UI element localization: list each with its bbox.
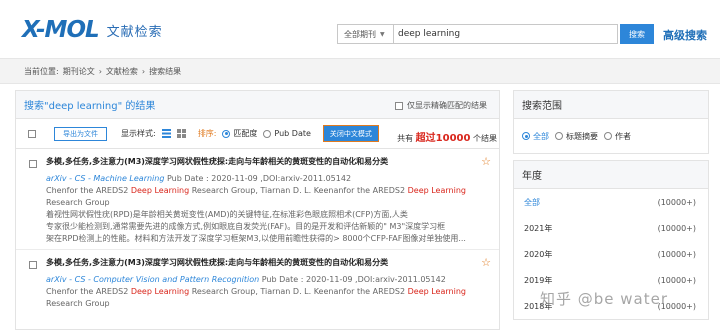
breadcrumb-item-papers[interactable]: 期刊论文 bbox=[63, 66, 95, 77]
results-header: 搜索"deep learning" 的结果 仅显示精确匹配的结果 bbox=[16, 91, 499, 119]
results-heading: 搜索"deep learning" 的结果 bbox=[24, 101, 156, 112]
chinese-mode-button[interactable]: 关闭中文模式 bbox=[322, 125, 379, 142]
result-title[interactable]: 多模,多任务,多注意力(M3)深度学习网状假性疣探:走向与年龄相关的黄斑变性的自… bbox=[46, 155, 489, 168]
result-pubinfo: Pub Date : 2020-11-09 ,DOI:arxiv-2011.05… bbox=[261, 275, 446, 284]
result-item: 多模,多任务,多注意力(M3)深度学习网状假性疣探:走向与年龄相关的黄斑变性的自… bbox=[16, 149, 499, 250]
breadcrumb-item-results: 搜索结果 bbox=[149, 66, 182, 76]
scope-filter-options: 全部 标题摘要 作者 bbox=[514, 119, 708, 153]
result-checkbox[interactable] bbox=[29, 261, 37, 269]
result-pubinfo: Pub Date : 2020-11-09 ,DOI:arxiv-2011.05… bbox=[166, 174, 352, 183]
results-panel: 搜索"deep learning" 的结果 仅显示精确匹配的结果 导出为文件 显… bbox=[15, 90, 500, 330]
scope-filter-box: 搜索范围 全部 标题摘要 作者 bbox=[513, 90, 709, 154]
display-style-label: 显示样式: bbox=[121, 129, 156, 138]
total-count: 超过10000 bbox=[415, 133, 471, 144]
total-results: 共有 超过10000 个结果 bbox=[397, 129, 497, 144]
scope-title-abstract-radio[interactable] bbox=[555, 132, 563, 140]
year-count: (10000+) bbox=[657, 249, 696, 259]
year-count: (10000+) bbox=[657, 197, 696, 207]
exact-match-option[interactable]: 仅显示精确匹配的结果 bbox=[395, 100, 487, 111]
result-title[interactable]: 多模,多任务,多注意力(M3)深度学习网状假性疣探:走向与年龄相关的黄斑变性的自… bbox=[46, 256, 489, 269]
result-source[interactable]: arXiv - CS - Computer Vision and Pattern… bbox=[46, 275, 259, 284]
author-text: Research Group bbox=[46, 299, 110, 308]
journal-scope-select[interactable]: 全部期刊 ▼ bbox=[337, 24, 393, 44]
watermark-text: 知乎 @be water bbox=[540, 290, 669, 308]
scope-all-radio[interactable] bbox=[522, 132, 530, 140]
logo-text: X-MOL bbox=[22, 17, 100, 43]
search-input[interactable] bbox=[393, 24, 618, 44]
year-filter-item[interactable]: 2021年 (10000+) bbox=[514, 215, 708, 241]
author-text: Research Group, Tiarnan D. L. Keenanfor … bbox=[189, 186, 408, 195]
result-meta: arXiv - CS - Machine Learning Pub Date :… bbox=[46, 173, 489, 185]
result-checkbox[interactable] bbox=[29, 160, 37, 168]
abstract-line: 架在RPD检测上的性能。材料和方法开发了深度学习框架M3,以使用前瞻性获得的> … bbox=[46, 234, 466, 243]
author-text: Chenfor the AREDS2 bbox=[46, 287, 131, 296]
export-button[interactable]: 导出为文件 bbox=[54, 126, 107, 141]
list-view-icon[interactable] bbox=[161, 129, 171, 138]
abstract-line: 着视性网状假性疣(RPD)是年龄相关黄斑变性(AMD)的关键特征,在标准彩色眼底… bbox=[46, 210, 408, 219]
result-authors: Chenfor the AREDS2 Deep Learning Researc… bbox=[46, 286, 489, 310]
scope-title-abstract-label[interactable]: 标题摘要 bbox=[566, 131, 598, 142]
year-count: (10000+) bbox=[657, 223, 696, 233]
chevron-down-icon: ▼ bbox=[380, 30, 385, 38]
scope-author-label[interactable]: 作者 bbox=[615, 131, 631, 142]
grid-view-icon[interactable] bbox=[176, 129, 186, 138]
breadcrumb-separator: › bbox=[141, 66, 146, 76]
year-label: 2019年 bbox=[524, 275, 553, 285]
site-header: X-MOL 文献检索 全部期刊 ▼ 搜索 高级搜索 bbox=[0, 0, 720, 58]
sort-pubdate-radio[interactable] bbox=[263, 129, 272, 138]
scope-all-label[interactable]: 全部 bbox=[533, 131, 549, 142]
journal-scope-value: 全部期刊 bbox=[344, 29, 376, 39]
author-text: Research Group bbox=[46, 198, 110, 207]
year-filter-heading: 年度 bbox=[514, 161, 708, 189]
sort-pubdate-label[interactable]: Pub Date bbox=[274, 129, 311, 138]
result-abstract: 着视性网状假性疣(RPD)是年龄相关黄斑变性(AMD)的关键特征,在标准彩色眼底… bbox=[46, 209, 489, 245]
result-source[interactable]: arXiv - CS - Machine Learning bbox=[46, 174, 164, 183]
sort-label: 排序: bbox=[197, 129, 217, 138]
breadcrumb-separator: › bbox=[98, 66, 102, 76]
search-button[interactable]: 搜索 bbox=[620, 24, 654, 44]
breadcrumb-item-search[interactable]: 文献检索 bbox=[106, 66, 138, 77]
select-all-checkbox[interactable] bbox=[28, 129, 36, 138]
scope-author-radio[interactable] bbox=[604, 132, 612, 140]
result-meta: arXiv - CS - Computer Vision and Pattern… bbox=[46, 274, 489, 286]
author-text: Research Group, Tiarnan D. L. Keenanfor … bbox=[189, 287, 408, 296]
breadcrumb: 当前位置: 期刊论文 › 文献检索 › 搜索结果 bbox=[0, 58, 720, 84]
result-authors: Chenfor the AREDS2 Deep Learning Researc… bbox=[46, 185, 489, 209]
advanced-search-link[interactable]: 高级搜索 bbox=[663, 27, 707, 43]
total-prefix: 共有 bbox=[397, 134, 414, 143]
author-text: Chenfor the AREDS2 bbox=[46, 186, 131, 195]
year-label: 2021年 bbox=[524, 223, 553, 233]
sort-relevance-radio[interactable] bbox=[222, 129, 231, 138]
exact-match-checkbox[interactable] bbox=[395, 101, 403, 110]
year-label: 2020年 bbox=[524, 249, 553, 259]
breadcrumb-label: 当前位置: bbox=[24, 66, 59, 76]
abstract-line: 专家很少能检测到,通常需要先进的成像方式,例如眼底自发荧光(FAF)。目的是开发… bbox=[46, 222, 446, 231]
author-highlight: Deep Learning bbox=[130, 287, 190, 296]
site-logo[interactable]: X-MOL 文献检索 bbox=[22, 16, 163, 44]
star-icon[interactable]: ☆ bbox=[481, 256, 491, 269]
total-suffix: 个结果 bbox=[473, 134, 497, 143]
scope-filter-heading: 搜索范围 bbox=[514, 91, 708, 119]
logo-subtitle: 文献检索 bbox=[106, 24, 163, 40]
author-highlight: Deep Learning bbox=[407, 186, 466, 195]
year-count: (10000+) bbox=[657, 275, 696, 285]
author-highlight: Deep Learning bbox=[130, 186, 190, 195]
year-filter-item[interactable]: 2020年 (10000+) bbox=[514, 241, 708, 267]
year-label: 全部 bbox=[524, 197, 540, 207]
year-filter-item[interactable]: 全部 (10000+) bbox=[514, 189, 708, 215]
author-highlight: Deep Learning bbox=[407, 287, 466, 296]
star-icon[interactable]: ☆ bbox=[481, 155, 491, 168]
sort-relevance-label[interactable]: 匹配度 bbox=[233, 128, 257, 139]
result-item: 多模,多任务,多注意力(M3)深度学习网状假性疣探:走向与年龄相关的黄斑变性的自… bbox=[16, 250, 499, 314]
results-toolbar: 导出为文件 显示样式: 排序: 匹配度 Pub Date 关闭中文模式 共有 超… bbox=[16, 119, 499, 149]
exact-match-label: 仅显示精确匹配的结果 bbox=[407, 101, 487, 110]
search-bar: 全部期刊 ▼ 搜索 bbox=[337, 24, 654, 44]
